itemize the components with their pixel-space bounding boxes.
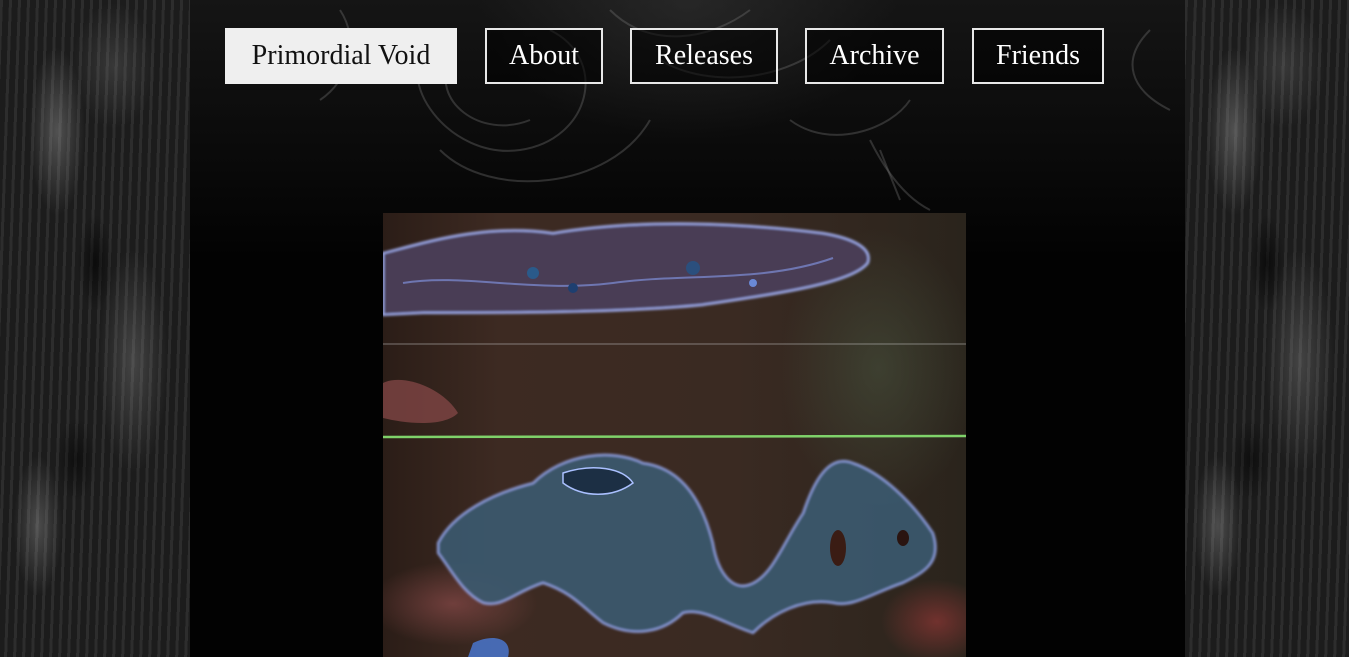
hero-artwork-image	[383, 213, 966, 657]
right-texture-panel	[1185, 0, 1349, 657]
left-texture-panel	[0, 0, 190, 657]
nav-item-releases[interactable]: Releases	[630, 28, 778, 84]
page: Primordial Void About Releases Archive F…	[0, 0, 1349, 657]
nav-item-about[interactable]: About	[485, 28, 603, 84]
nav-item-primordial-void[interactable]: Primordial Void	[225, 28, 457, 84]
nav-item-friends[interactable]: Friends	[972, 28, 1104, 84]
hero-abstract-art	[383, 222, 966, 657]
nav-item-archive[interactable]: Archive	[805, 28, 944, 84]
